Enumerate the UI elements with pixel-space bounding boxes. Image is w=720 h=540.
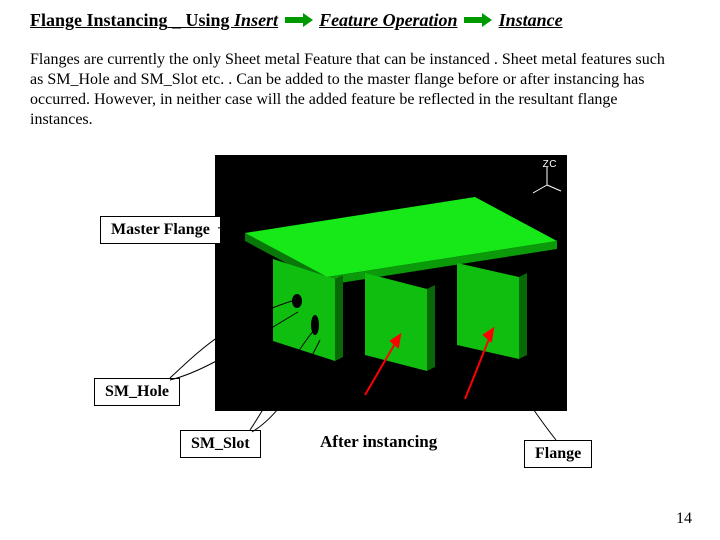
page-number: 14	[676, 510, 692, 528]
title-sep: _	[168, 10, 186, 30]
cad-part-icon	[215, 155, 567, 411]
title-step1: Insert	[234, 10, 278, 30]
label-sm-slot: SM_Slot	[180, 430, 261, 458]
arrow-icon	[464, 11, 492, 32]
body-paragraph: Flanges are currently the only Sheet met…	[30, 50, 670, 130]
cad-viewport: ZC	[215, 155, 567, 411]
arrow-icon	[285, 11, 313, 32]
label-sm-hole: SM_Hole	[94, 378, 180, 406]
page-title: Flange Instancing _ Using Insert Feature…	[30, 10, 563, 32]
title-step2: Feature Operation	[319, 10, 458, 30]
caption-after-instancing: After instancing	[320, 432, 437, 452]
title-step3: Instance	[499, 10, 563, 30]
label-master-flange: Master Flange	[100, 216, 221, 244]
axis-label: ZC	[543, 159, 557, 170]
title-prefix: Flange Instancing	[30, 10, 168, 30]
title-using: Using	[186, 10, 235, 30]
label-flange: Flange	[524, 440, 592, 468]
